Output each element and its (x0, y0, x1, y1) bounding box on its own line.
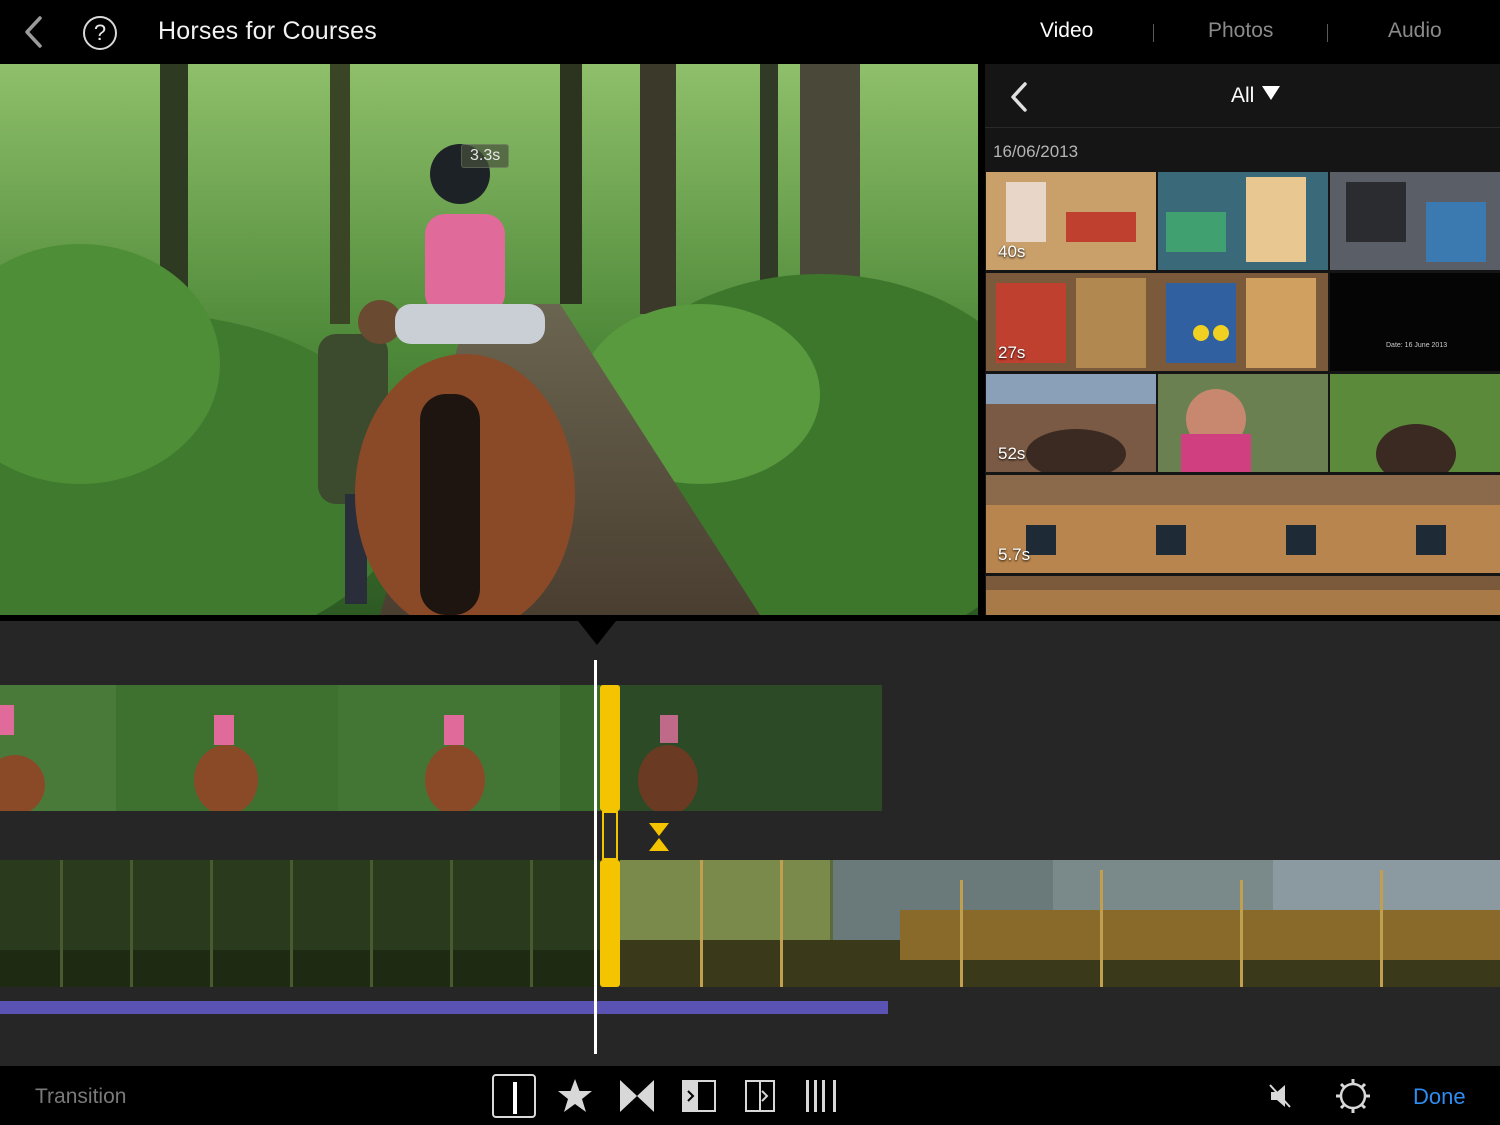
gear-icon (1336, 1079, 1370, 1113)
cutaway-video-track[interactable] (0, 860, 1500, 987)
trim-handle-top[interactable] (600, 685, 620, 811)
clip-duration: 27s (998, 343, 1026, 362)
media-browser: All 16/06/2013 40s 27s Date: 16 June 201… (985, 64, 1500, 615)
chevron-left-icon (1011, 82, 1027, 112)
video-viewer[interactable]: 3.3s (0, 64, 978, 615)
help-icon: ? (93, 20, 107, 45)
chevron-left-icon (25, 16, 42, 48)
clip-filmstrip (986, 374, 1500, 472)
clip-duration: 5.7s (998, 545, 1031, 564)
browser-header: All (985, 64, 1500, 128)
wipe-button[interactable] (800, 1074, 844, 1118)
bottom-toolbar: Transition Done (0, 1066, 1500, 1125)
transition-mode-label: Transition (35, 1085, 127, 1108)
clip-filmstrip (986, 475, 1500, 573)
date-header: 16/06/2013 (993, 142, 1079, 161)
trim-handle-bottom[interactable] (600, 860, 620, 987)
wipe-icon (806, 1080, 836, 1112)
clip-thumbnail[interactable]: 40s (986, 172, 1500, 270)
project-title: Horses for Courses (158, 17, 377, 45)
clip-duration: 40s (998, 242, 1026, 261)
transition-icon[interactable] (648, 822, 670, 852)
slide-right-icon (745, 1080, 775, 1112)
cut-button[interactable] (492, 1074, 536, 1118)
timeline[interactable] (0, 615, 1500, 1066)
clip-filmstrip (986, 576, 1500, 615)
cut-icon (513, 1082, 517, 1114)
clip-thumbnail[interactable] (986, 576, 1500, 615)
trim-link (602, 811, 618, 860)
help-button[interactable]: ? (83, 16, 117, 50)
slide-left-button[interactable] (677, 1074, 721, 1118)
settings-button[interactable] (1331, 1074, 1375, 1118)
browser-back-button[interactable] (1005, 80, 1033, 114)
slide-right-button[interactable] (738, 1074, 782, 1118)
mute-button[interactable] (1259, 1074, 1303, 1118)
tab-audio[interactable]: Audio (1388, 19, 1442, 43)
filter-dropdown[interactable]: All (1231, 84, 1281, 108)
clip-filmstrip (986, 273, 1500, 371)
clip-thumbnail[interactable]: 52s (986, 374, 1500, 472)
clip-thumbnail[interactable]: 5.7s (986, 475, 1500, 573)
filter-label: All (1231, 84, 1255, 107)
timeline-edge (0, 615, 1500, 621)
tab-video[interactable]: Video (1040, 19, 1093, 43)
speaker-muted-icon (1269, 1084, 1291, 1108)
done-button[interactable]: Done (1413, 1084, 1466, 1110)
cross-dissolve-icon (620, 1080, 654, 1112)
primary-filmstrip (0, 685, 882, 811)
top-bar: ? Horses for Courses Video Photos Audio (0, 0, 1500, 64)
tab-divider (1327, 24, 1328, 42)
clip-duration-label: 3.3s (461, 144, 510, 168)
playhead[interactable] (594, 660, 597, 1054)
theme-transition-button[interactable] (553, 1074, 597, 1118)
title-card-text: Date: 16 June 2013 (1386, 342, 1448, 349)
back-button[interactable] (18, 14, 48, 50)
caret-down-icon (1262, 86, 1281, 100)
tab-divider (1153, 24, 1154, 42)
playhead-marker-icon (578, 621, 616, 645)
cutaway-filmstrip (0, 860, 1500, 987)
audio-track[interactable] (0, 1001, 888, 1014)
primary-video-track[interactable] (0, 685, 882, 811)
star-icon (558, 1079, 592, 1112)
clip-filmstrip (986, 172, 1500, 270)
clip-thumbnail[interactable]: 27s Date: 16 June 2013 (986, 273, 1500, 371)
slide-left-icon (682, 1080, 716, 1112)
cross-dissolve-button[interactable] (615, 1074, 659, 1118)
tab-photos[interactable]: Photos (1208, 19, 1273, 43)
clip-duration: 52s (998, 444, 1026, 463)
